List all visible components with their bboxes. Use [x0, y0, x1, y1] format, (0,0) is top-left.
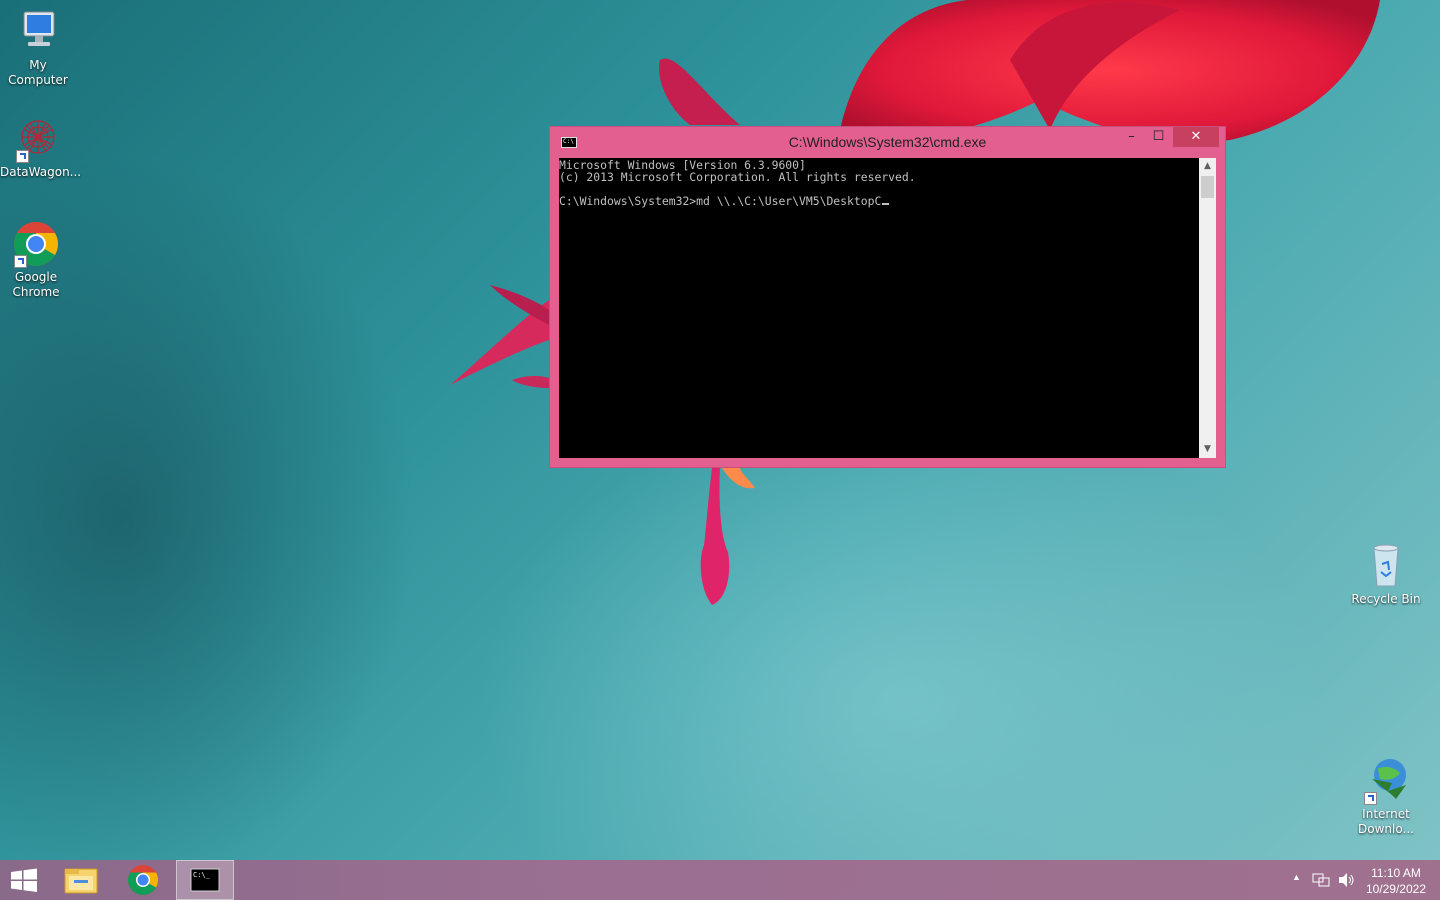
- datawagon-icon: [14, 115, 62, 163]
- console-prompt-line: C:\Windows\System32>md \\.\C:\User\VM5\D…: [559, 195, 1199, 207]
- svg-text:C:\_: C:\_: [193, 871, 211, 879]
- file-explorer-icon: [64, 868, 98, 894]
- recycle-bin-icon: [1362, 542, 1410, 590]
- console-command: C:\Windows\System32>md \\.\C:\User\VM5\D…: [559, 194, 882, 208]
- scroll-up-arrow-icon[interactable]: ▲: [1199, 158, 1216, 175]
- desktop-icon-internet-download-manager[interactable]: Internet Downlo...: [1348, 757, 1424, 837]
- minimize-button[interactable]: –: [1118, 127, 1145, 147]
- taskbar: C:\_ ▲ 11:10 AM 10/29/2022: [0, 860, 1440, 900]
- windows-start-icon: [11, 868, 37, 892]
- shortcut-arrow-icon: [16, 150, 29, 163]
- desktop-icon-label: Internet Downlo...: [1358, 807, 1414, 836]
- chrome-icon: [127, 865, 159, 896]
- show-hidden-icons-arrow[interactable]: ▲: [1292, 872, 1301, 882]
- volume-icon[interactable]: [1338, 872, 1356, 888]
- start-button[interactable]: [0, 860, 48, 900]
- console-output[interactable]: Microsoft Windows [Version 6.3.9600] (c) …: [559, 158, 1199, 458]
- internet-download-manager-icon: [1362, 757, 1410, 805]
- maximize-button[interactable]: ☐: [1145, 127, 1172, 147]
- close-button[interactable]: ✕: [1173, 127, 1219, 147]
- network-icon[interactable]: [1312, 872, 1330, 888]
- shortcut-arrow-icon: [14, 255, 27, 268]
- desktop-icon-recycle-bin[interactable]: Recycle Bin: [1348, 542, 1424, 607]
- taskbar-chrome[interactable]: [115, 860, 171, 900]
- cmd-window[interactable]: C:\ C:\Windows\System32\cmd.exe – ☐ ✕ Mi…: [549, 126, 1226, 468]
- console-scrollbar[interactable]: ▲ ▼: [1199, 158, 1216, 458]
- desktop-icon-my-computer[interactable]: My Computer: [0, 8, 76, 88]
- taskbar-cmd[interactable]: C:\_: [176, 860, 234, 900]
- clock-date: 10/29/2022: [1365, 882, 1426, 896]
- clock-time: 11:10 AM: [1371, 866, 1421, 880]
- scrollbar-thumb[interactable]: [1201, 176, 1214, 198]
- my-computer-icon: [14, 8, 62, 56]
- desktop-icon-datawagon[interactable]: DataWagon...: [0, 115, 82, 180]
- desktop-icon-label: DataWagon...: [0, 165, 82, 179]
- command-prompt-icon: C:\_: [190, 868, 220, 892]
- desktop-icon-label: My Computer: [8, 58, 68, 87]
- desktop: My Computer DataWagon... Google Chrome R…: [0, 0, 1440, 860]
- chrome-icon: [12, 220, 60, 268]
- cmd-titlebar[interactable]: C:\ C:\Windows\System32\cmd.exe – ☐ ✕: [550, 127, 1225, 158]
- taskbar-clock[interactable]: 11:10 AM 10/29/2022: [1366, 865, 1426, 897]
- taskbar-file-explorer[interactable]: [53, 860, 109, 900]
- desktop-icon-label: Google Chrome: [12, 270, 60, 299]
- console-line: (c) 2013 Microsoft Corporation. All righ…: [559, 170, 916, 184]
- system-tray: ▲: [1288, 860, 1368, 900]
- scroll-down-arrow-icon[interactable]: ▼: [1199, 441, 1216, 458]
- desktop-icon-google-chrome[interactable]: Google Chrome: [0, 220, 74, 300]
- text-cursor: [882, 203, 890, 205]
- shortcut-arrow-icon: [1364, 792, 1377, 805]
- desktop-icon-label: Recycle Bin: [1351, 592, 1421, 606]
